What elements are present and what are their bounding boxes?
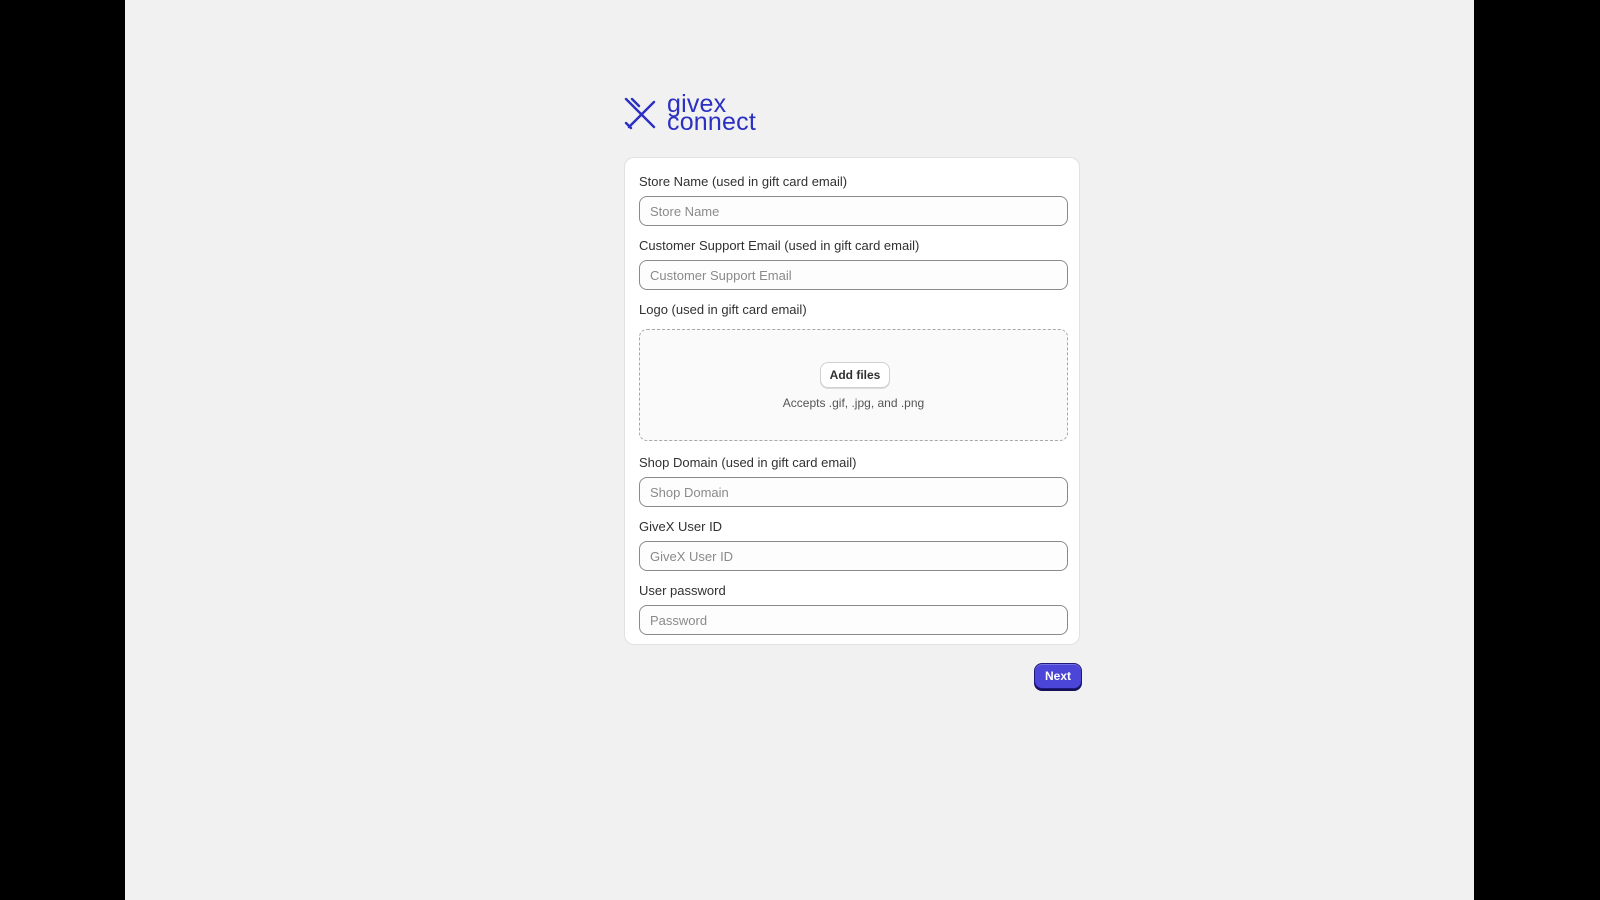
shop-domain-field: Shop Domain (used in gift card email): [639, 454, 1068, 507]
logo-upload-field: Logo (used in gift card email) Add files…: [639, 301, 1068, 441]
givex-user-id-input[interactable]: [639, 541, 1068, 571]
store-name-label: Store Name (used in gift card email): [639, 174, 848, 189]
store-name-field: Store Name (used in gift card email): [639, 173, 1068, 226]
shop-domain-input[interactable]: [639, 477, 1068, 507]
add-files-button[interactable]: Add files: [820, 362, 890, 388]
support-email-input[interactable]: [639, 260, 1068, 290]
next-button[interactable]: Next: [1034, 663, 1082, 689]
givex-connect-logo: givex connect: [623, 92, 756, 136]
brand-line-2: connect: [667, 108, 756, 136]
givex-user-id-field: GiveX User ID: [639, 518, 1068, 571]
accepted-formats-hint: Accepts .gif, .jpg, and .png: [782, 396, 925, 410]
logo-upload-label: Logo (used in gift card email): [639, 302, 807, 317]
app-viewport: givex connect Store Name (used in gift c…: [125, 0, 1474, 900]
onboarding-form-card: Store Name (used in gift card email) Cus…: [624, 157, 1080, 645]
user-password-label: User password: [639, 583, 726, 598]
shop-domain-label: Shop Domain (used in gift card email): [639, 455, 857, 470]
support-email-label: Customer Support Email (used in gift car…: [639, 238, 920, 253]
brand-wordmark: givex connect: [667, 92, 756, 136]
user-password-input[interactable]: [639, 605, 1068, 635]
store-name-input[interactable]: [639, 196, 1068, 226]
logo-dropzone[interactable]: Add files Accepts .gif, .jpg, and .png: [639, 329, 1068, 441]
support-email-field: Customer Support Email (used in gift car…: [639, 237, 1068, 290]
user-password-field: User password: [639, 582, 1068, 635]
givex-x-logo-icon: [624, 97, 656, 130]
givex-user-id-label: GiveX User ID: [639, 519, 723, 534]
